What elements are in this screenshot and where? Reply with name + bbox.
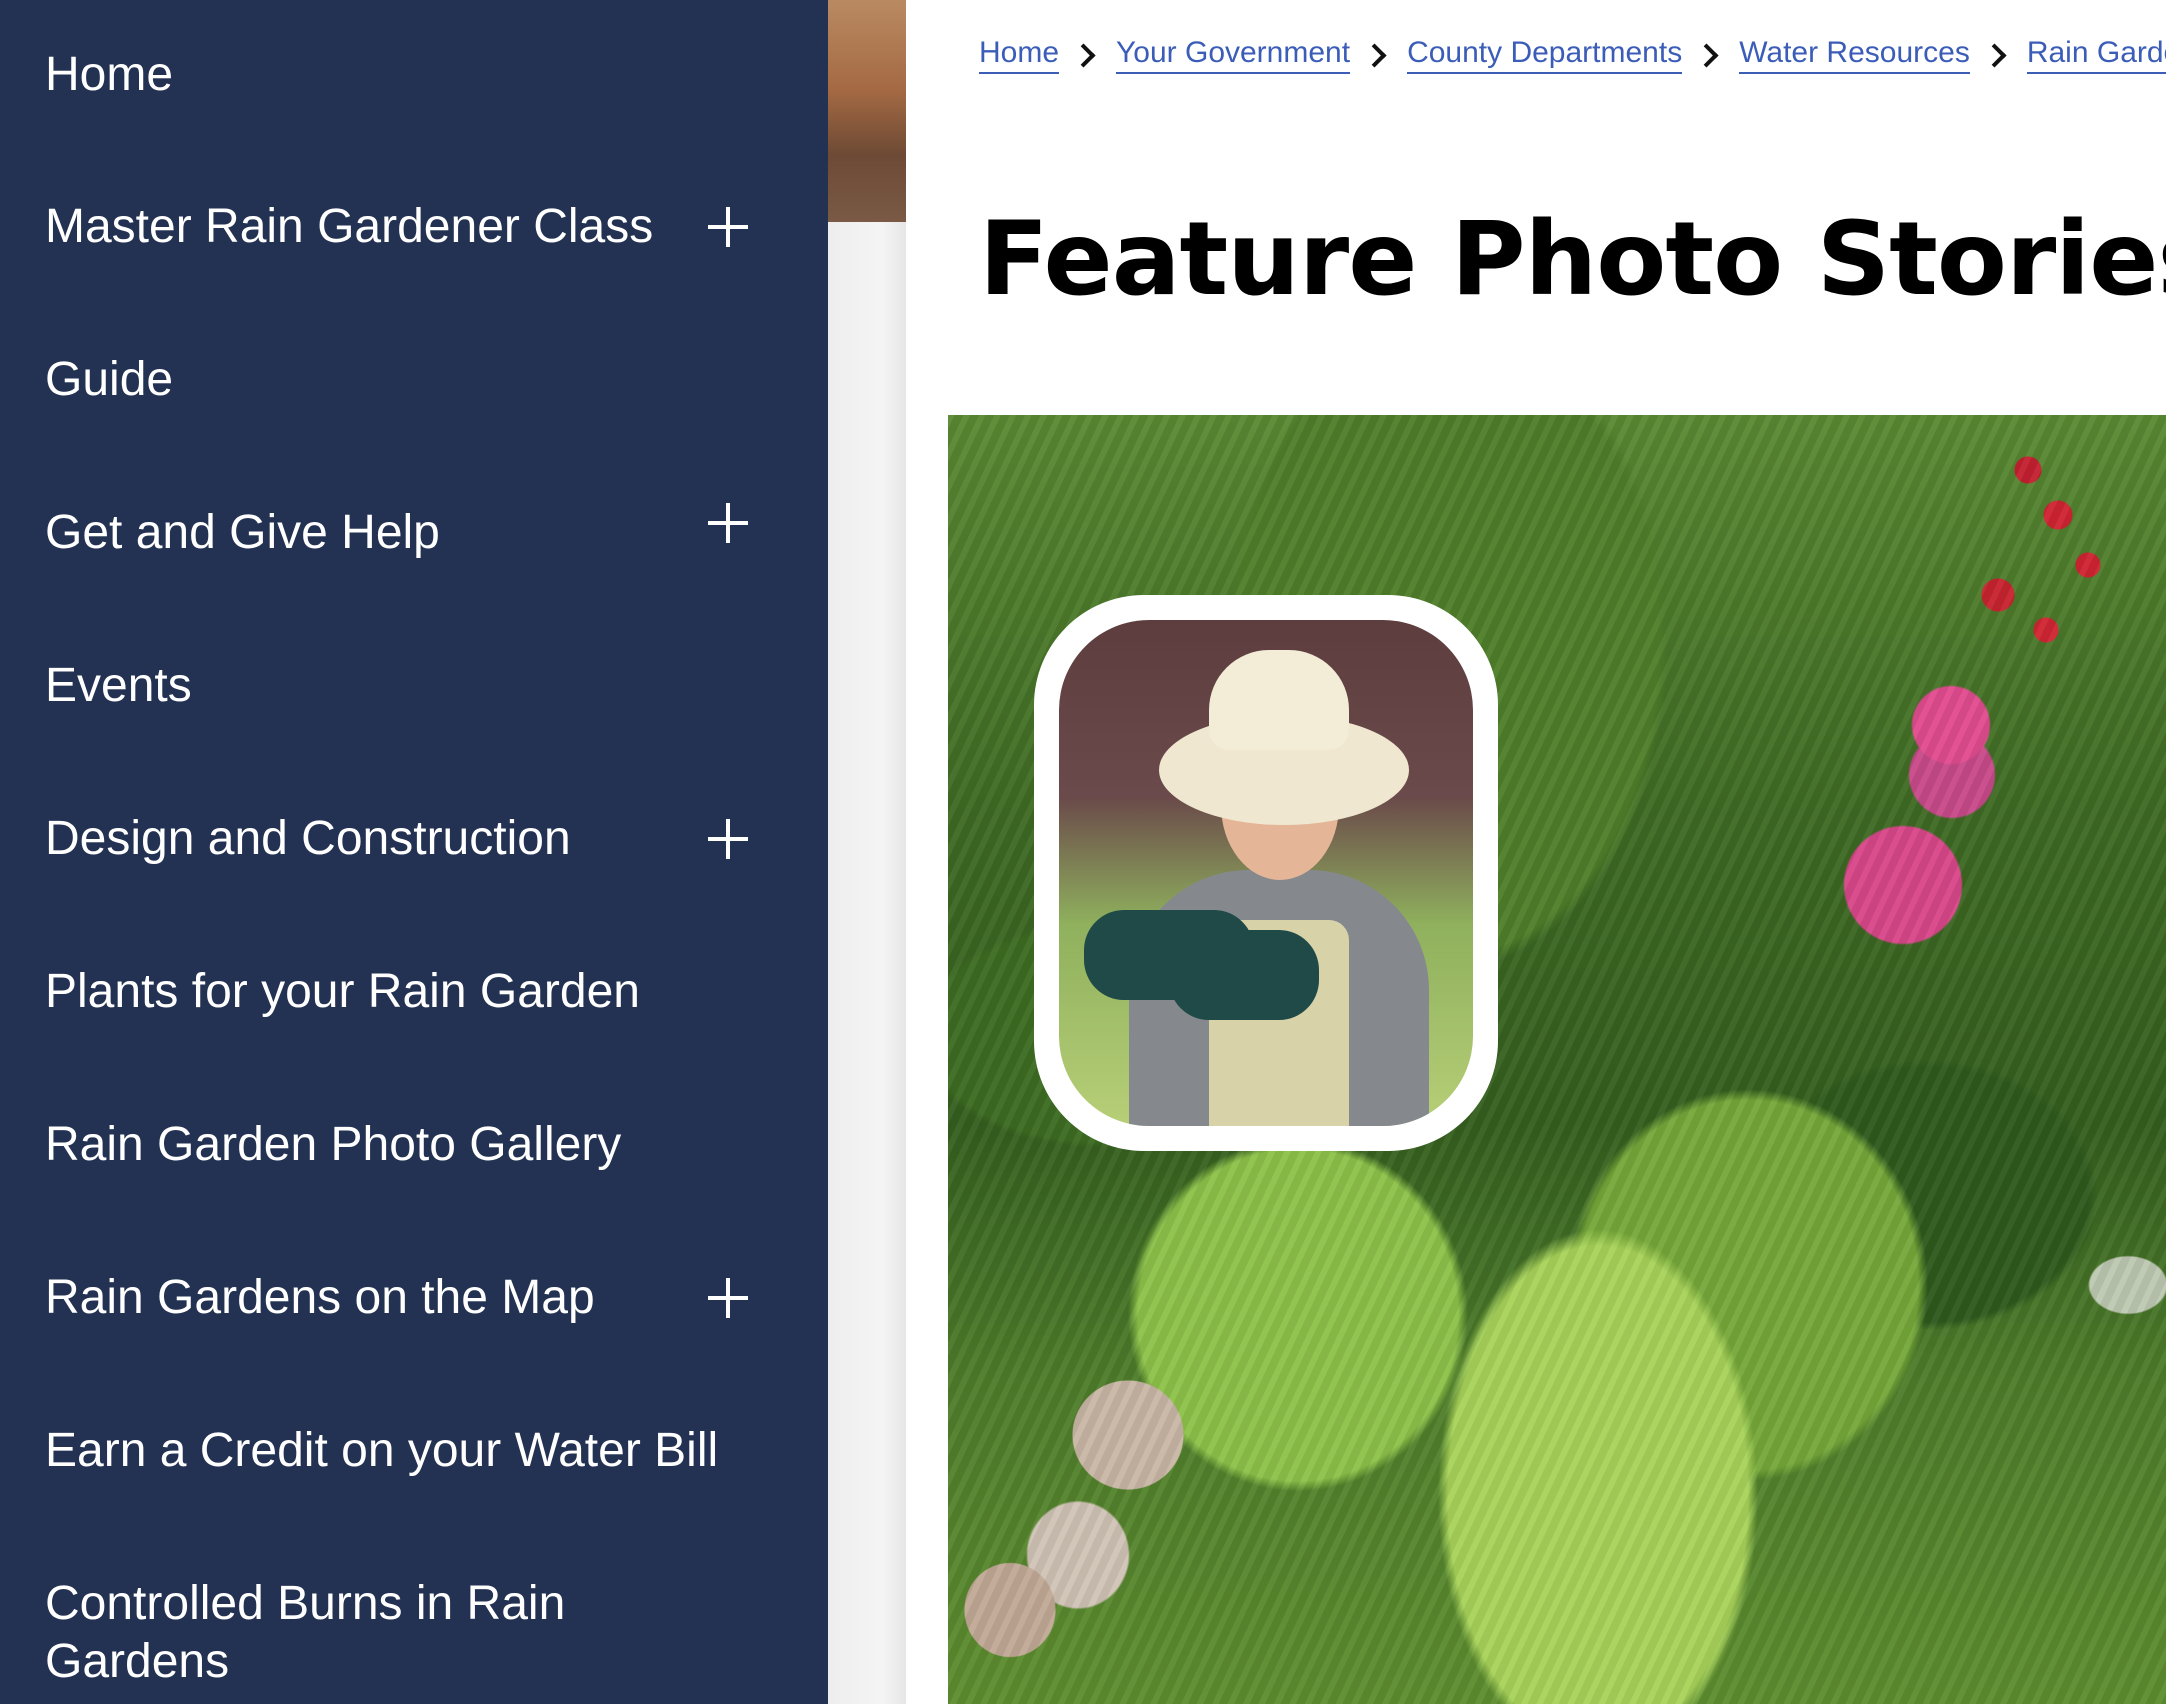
hero-image-edge [828,0,906,222]
breadcrumb: Home Your Government County Departments … [979,36,2166,74]
chevron-right-icon [1694,42,1719,68]
plus-icon[interactable] [708,1278,748,1318]
plus-icon[interactable] [708,207,748,247]
sidebar-item-controlled-burns[interactable]: Controlled Burns in Rain Gardens [45,1575,758,1691]
sidebar-item-label: Controlled Burns in Rain Gardens [45,1577,566,1688]
sidebar-item-label: Get and Give Help [45,506,440,559]
sidebar-item-photo-gallery[interactable]: Rain Garden Photo Gallery [45,1116,758,1174]
sidebar-item-label: Home [45,48,174,101]
sidebar-item-label: Rain Garden Photo Gallery [45,1118,622,1171]
sidebar-item-label: Design and Construction [45,812,571,865]
sidebar-item-label: Earn a Credit on your Water Bill [45,1424,719,1477]
sidebar-item-label: Plants for your Rain Garden [45,965,640,1018]
sidebar-item-rain-gardens-map[interactable]: Rain Gardens on the Map [45,1269,758,1327]
plus-icon[interactable] [708,819,748,859]
portrait-hat-top [1209,650,1349,750]
plus-icon[interactable] [708,503,748,543]
main-content: Home Your Government County Departments … [906,0,2166,1704]
breadcrumb-your-government[interactable]: Your Government [1116,36,1351,74]
breadcrumb-county-departments[interactable]: County Departments [1407,36,1683,74]
portrait-frame [1034,595,1498,1151]
sidebar-item-label: Events [45,659,192,712]
sidebar-item-label: Master Rain Gardener Class [45,200,654,253]
page-title: Feature Photo Stories [979,200,2166,319]
sidebar-item-get-and-give-help[interactable]: Get and Give Help [45,503,758,562]
breadcrumb-water-resources[interactable]: Water Resources [1739,36,1970,74]
sidebar-item-label: Rain Gardens on the Map [45,1271,595,1324]
sidebar-item-plants[interactable]: Plants for your Rain Garden [45,963,758,1021]
content-gutter [828,222,906,1704]
sidebar-item-events[interactable]: Events [45,657,758,715]
sidebar-nav: Home Master Rain Gardener Class Guide Ge… [0,0,828,1704]
gardener-portrait [1059,620,1473,1126]
garden-photo [948,415,2166,1704]
sidebar-item-design-and-construction[interactable]: Design and Construction [45,810,758,868]
sidebar-item-master-rain-gardener-class[interactable]: Master Rain Gardener Class [45,198,758,256]
sidebar-item-guide[interactable]: Guide [45,351,758,409]
chevron-right-icon [1362,42,1387,68]
sidebar-item-label: Guide [45,353,174,406]
sidebar-item-home[interactable]: Home [45,46,758,104]
chevron-right-icon [1982,42,2007,68]
breadcrumb-home[interactable]: Home [979,36,1060,74]
chevron-right-icon [1071,42,1096,68]
sidebar-item-water-bill-credit[interactable]: Earn a Credit on your Water Bill [45,1422,758,1480]
portrait-glove-right [1169,930,1319,1020]
breadcrumb-rain-gardens[interactable]: Rain Gardens [2026,36,2166,74]
